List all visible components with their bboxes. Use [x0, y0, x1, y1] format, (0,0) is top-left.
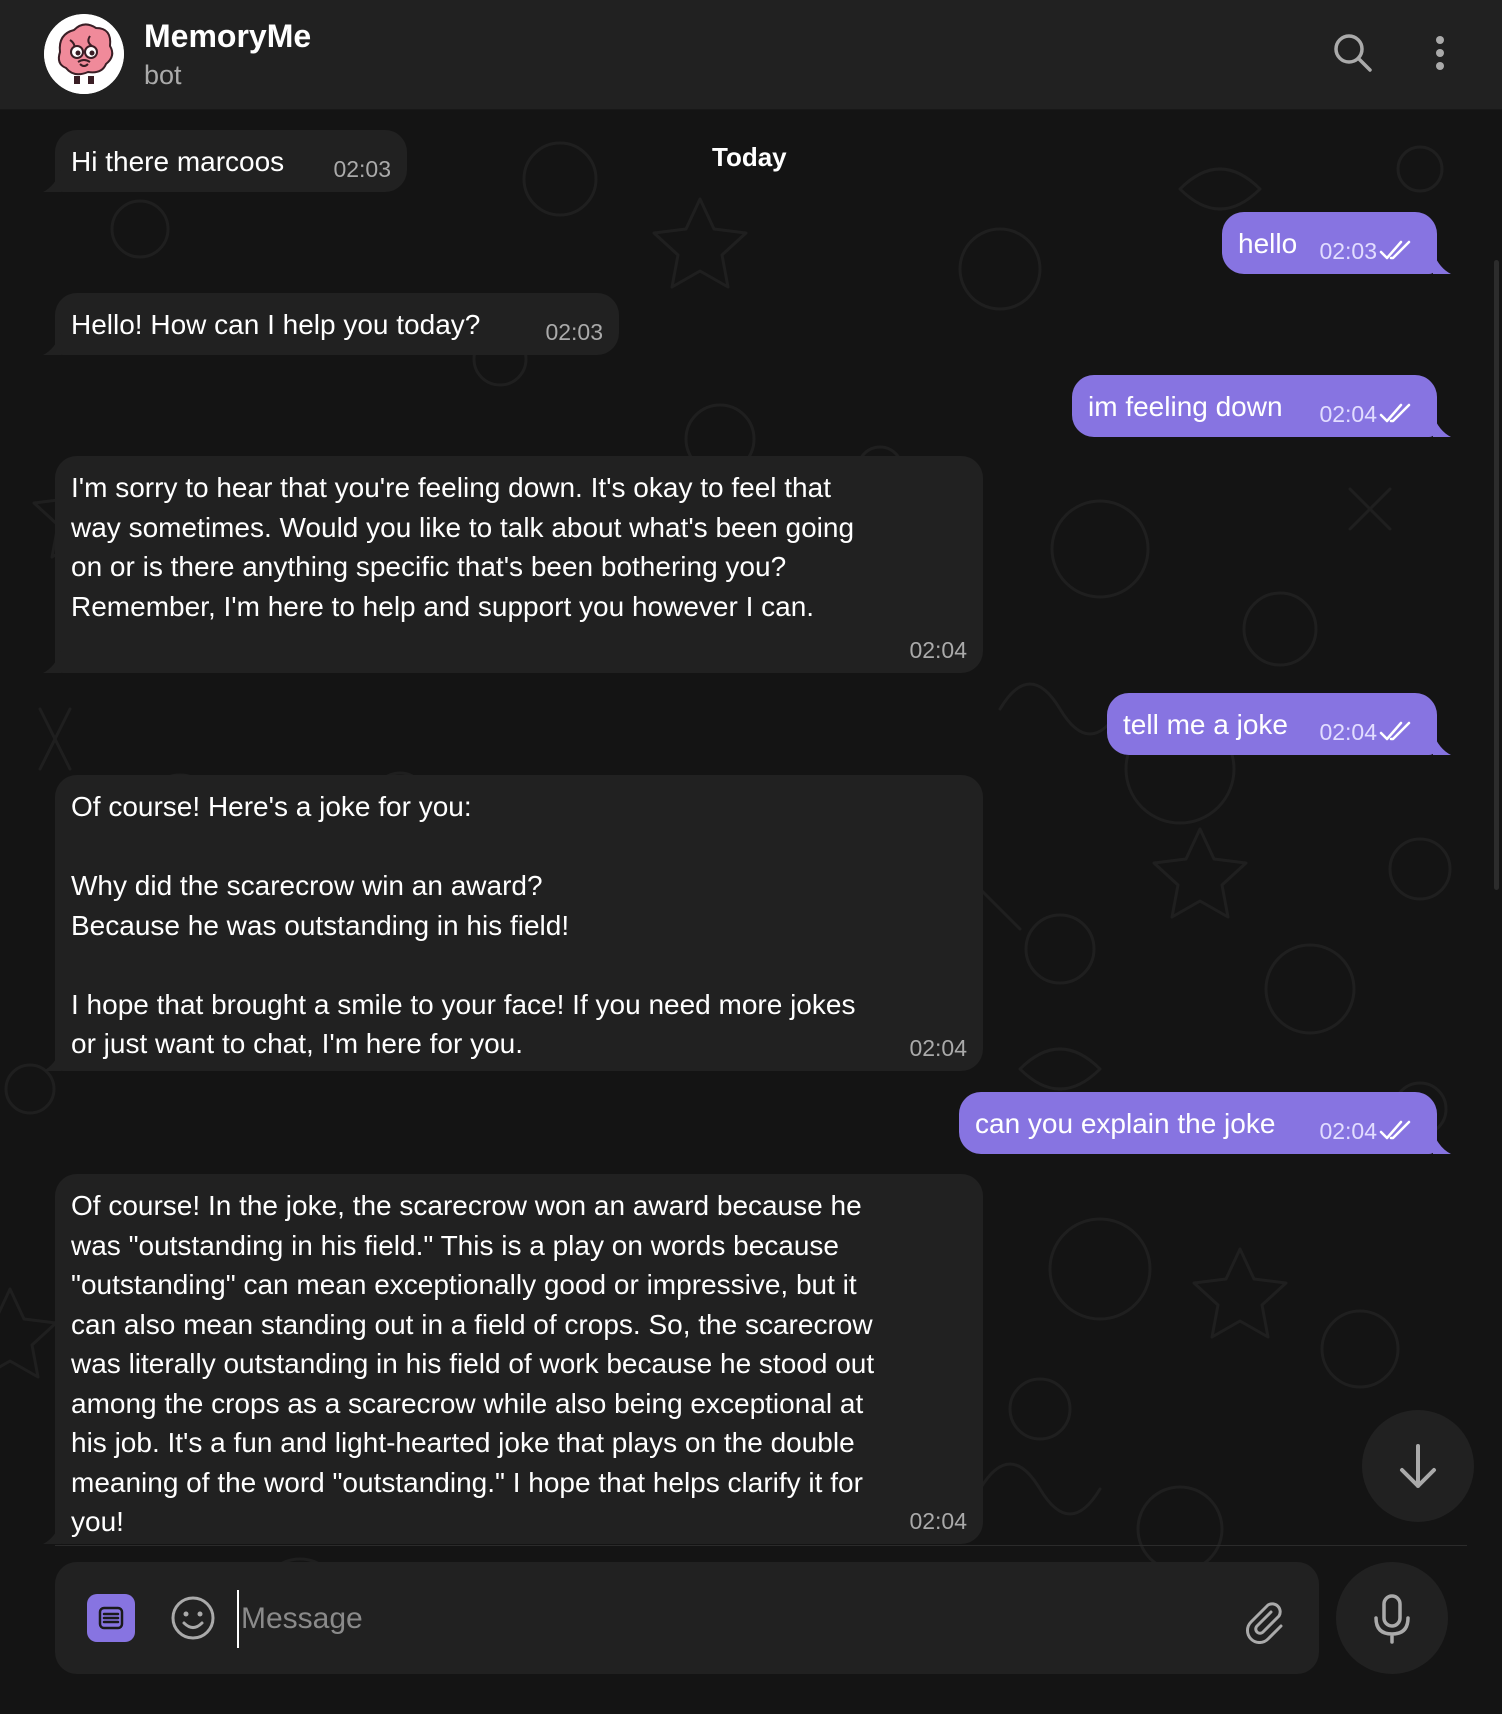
- bubble-tail: [43, 170, 61, 192]
- message-text: Of course! In the joke, the scarecrow wo…: [71, 1190, 875, 1537]
- message-meta: 02:04: [1319, 401, 1413, 427]
- microphone-icon: [1374, 1594, 1410, 1644]
- message-text: Of course! Here's a joke for you: Why di…: [71, 791, 856, 1059]
- emoji-button[interactable]: [167, 1592, 219, 1644]
- message-time: 02:03: [1319, 238, 1377, 264]
- message-text: can you explain the joke: [975, 1108, 1276, 1139]
- message-composer: [55, 1562, 1319, 1674]
- message-time: 02:04: [909, 1508, 967, 1534]
- message-time: 02:04: [909, 637, 967, 663]
- message-time: 02:03: [333, 156, 391, 182]
- double-check-icon: [1379, 721, 1411, 741]
- search-button[interactable]: [1328, 28, 1378, 78]
- double-check-icon: [1379, 403, 1411, 423]
- arrow-down-icon: [1400, 1444, 1436, 1488]
- message-time: 02:04: [909, 1035, 967, 1061]
- incoming-message[interactable]: Of course! In the joke, the scarecrow wo…: [43, 1174, 983, 1544]
- bubble-tail: [43, 1049, 61, 1071]
- scroll-to-bottom-button[interactable]: [1362, 1410, 1474, 1522]
- more-vertical-icon: [1436, 36, 1444, 70]
- more-options-button[interactable]: [1415, 28, 1465, 78]
- bubble-tail: [43, 333, 61, 355]
- incoming-message[interactable]: Of course! Here's a joke for you: Why di…: [43, 775, 983, 1071]
- scrollbar[interactable]: [1494, 260, 1499, 890]
- incoming-message[interactable]: I'm sorry to hear that you're feeling do…: [43, 456, 983, 673]
- double-check-icon: [1379, 240, 1411, 260]
- incoming-message[interactable]: Hi there marcoos 02:03: [43, 130, 407, 192]
- search-icon: [1334, 34, 1372, 72]
- outgoing-message[interactable]: can you explain the joke 02:04: [959, 1092, 1451, 1154]
- message-time: 02:03: [545, 319, 603, 345]
- chat-title[interactable]: MemoryMe: [144, 18, 311, 55]
- bot-menu-button[interactable]: [87, 1594, 135, 1642]
- message-text: Hi there marcoos: [71, 146, 285, 177]
- message-text: Hello! How can I help you today?: [71, 309, 481, 340]
- composer-divider: [55, 1545, 1467, 1546]
- emoji-icon: [171, 1596, 215, 1640]
- message-time: 02:04: [1319, 1118, 1377, 1144]
- message-text: tell me a joke: [1123, 709, 1288, 740]
- bubble-tail: [1433, 252, 1451, 274]
- message-text: im feeling down: [1088, 391, 1283, 422]
- message-meta: 02:03: [1319, 238, 1413, 264]
- bot-menu-icon: [98, 1606, 124, 1630]
- bot-avatar[interactable]: [44, 14, 124, 94]
- date-chip: Today: [712, 142, 787, 172]
- chat-header: MemoryMe bot: [0, 0, 1502, 110]
- message-time: 02:04: [1319, 401, 1377, 427]
- message-time: 02:04: [1319, 719, 1377, 745]
- bubble-tail: [1433, 1132, 1451, 1154]
- message-text: I'm sorry to hear that you're feeling do…: [71, 472, 855, 622]
- bubble-tail: [43, 651, 61, 673]
- brain-mascot-icon: [44, 14, 124, 94]
- chat-subtitle: bot: [144, 60, 182, 90]
- incoming-message[interactable]: Hello! How can I help you today? 02:03: [43, 293, 619, 355]
- paperclip-icon: [1246, 1602, 1283, 1644]
- attach-button[interactable]: [1238, 1594, 1288, 1644]
- voice-record-button[interactable]: [1336, 1562, 1448, 1674]
- message-meta: 02:04: [1319, 719, 1413, 745]
- bubble-tail: [1433, 415, 1451, 437]
- bubble-tail: [1433, 733, 1451, 755]
- outgoing-message[interactable]: tell me a joke 02:04: [1107, 693, 1451, 755]
- message-text: hello: [1238, 228, 1298, 259]
- outgoing-message[interactable]: hello 02:03: [1222, 212, 1451, 274]
- outgoing-message[interactable]: im feeling down 02:04: [1072, 375, 1451, 437]
- message-meta: 02:04: [1319, 1118, 1413, 1144]
- message-input[interactable]: [237, 1590, 1143, 1648]
- bubble-tail: [43, 1522, 61, 1544]
- double-check-icon: [1379, 1120, 1411, 1140]
